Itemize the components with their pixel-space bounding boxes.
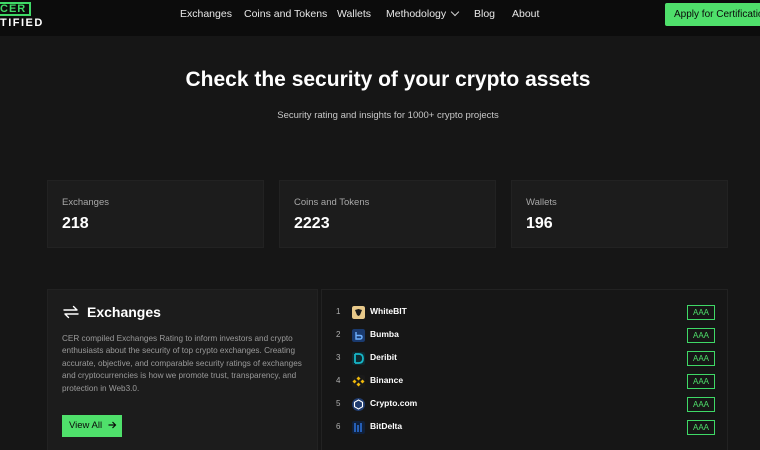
stat-card-wallets[interactable]: Wallets 196 (511, 180, 728, 248)
ranking-row[interactable]: 1 WhiteBIT AAA (322, 302, 729, 324)
exchanges-ranking-list: 1 WhiteBIT AAA 2 Bumba AAA 3 Deribit AAA… (321, 289, 728, 450)
apply-for-certification-button[interactable]: Apply for Certification (665, 3, 760, 26)
stat-value: 218 (62, 215, 89, 232)
rank-number: 5 (336, 399, 341, 408)
nav-about[interactable]: About (512, 0, 539, 30)
nav-coins-and-tokens[interactable]: Coins and Tokens (244, 0, 327, 30)
exchanges-description: CER compiled Exchanges Rating to inform … (62, 334, 302, 393)
rating-badge: AAA (687, 351, 715, 366)
binance-logo-icon (352, 375, 365, 388)
whitebit-logo-icon (352, 306, 365, 319)
bumba-logo-icon (352, 329, 365, 342)
exchanges-heading: Exchanges (87, 304, 161, 320)
ranking-row[interactable]: 6 BitDelta AAA (322, 417, 729, 439)
rank-number: 6 (336, 422, 341, 431)
page-subtitle: Security rating and insights for 1000+ c… (277, 110, 499, 121)
exchange-name: Crypto.com (370, 398, 418, 408)
exchange-name: Bumba (370, 329, 399, 339)
cer-logo[interactable]: CER TIFIED (0, 0, 56, 30)
page-title: Check the security of your crypto assets (185, 68, 591, 91)
logo-bottom-text: TIFIED (0, 17, 44, 29)
ranking-row[interactable]: 3 Deribit AAA (322, 348, 729, 370)
stat-value: 196 (526, 215, 553, 232)
nav-blog[interactable]: Blog (474, 0, 495, 30)
ranking-row[interactable]: 4 Binance AAA (322, 371, 729, 393)
nav-exchanges[interactable]: Exchanges (180, 0, 232, 30)
stat-label: Coins and Tokens (294, 197, 370, 208)
view-all-button[interactable]: View All (62, 415, 122, 437)
rating-badge: AAA (687, 397, 715, 412)
nav-methodology-label: Methodology (386, 8, 447, 20)
rank-number: 3 (336, 353, 341, 362)
deribit-logo-icon (352, 352, 365, 365)
rank-number: 1 (336, 307, 341, 316)
exchange-name: BitDelta (370, 421, 403, 431)
ranking-row[interactable]: 5 Crypto.com AAA (322, 394, 729, 416)
exchange-name: Deribit (370, 352, 397, 362)
stat-label: Exchanges (62, 197, 110, 208)
crypto-com-logo-icon (352, 398, 365, 411)
stat-card-coins-and-tokens[interactable]: Coins and Tokens 2223 (279, 180, 496, 248)
rank-number: 4 (336, 376, 341, 385)
chevron-down-icon (450, 7, 460, 17)
nav-wallets[interactable]: Wallets (337, 0, 371, 30)
top-nav: CER TIFIED Exchanges Coins and Tokens Wa… (0, 0, 760, 36)
rating-badge: AAA (687, 374, 715, 389)
rank-number: 2 (336, 330, 341, 339)
exchange-name: WhiteBIT (370, 306, 407, 316)
view-all-label: View All (69, 420, 103, 431)
rating-badge: AAA (687, 420, 715, 435)
exchanges-info-panel: Exchanges CER compiled Exchanges Rating … (47, 289, 318, 450)
exchange-name: Binance (370, 375, 404, 385)
ranking-row[interactable]: 2 Bumba AAA (322, 325, 729, 347)
stat-value: 2223 (294, 215, 330, 232)
rating-badge: AAA (687, 305, 715, 320)
stat-label: Wallets (526, 197, 557, 208)
nav-methodology[interactable]: Methodology (386, 0, 460, 30)
rating-badge: AAA (687, 328, 715, 343)
exchange-arrows-icon (63, 305, 79, 319)
arrow-right-icon (108, 421, 117, 428)
stat-card-exchanges[interactable]: Exchanges 218 (47, 180, 264, 248)
logo-top-text: CER (0, 2, 32, 16)
bitdelta-logo-icon (352, 421, 365, 434)
